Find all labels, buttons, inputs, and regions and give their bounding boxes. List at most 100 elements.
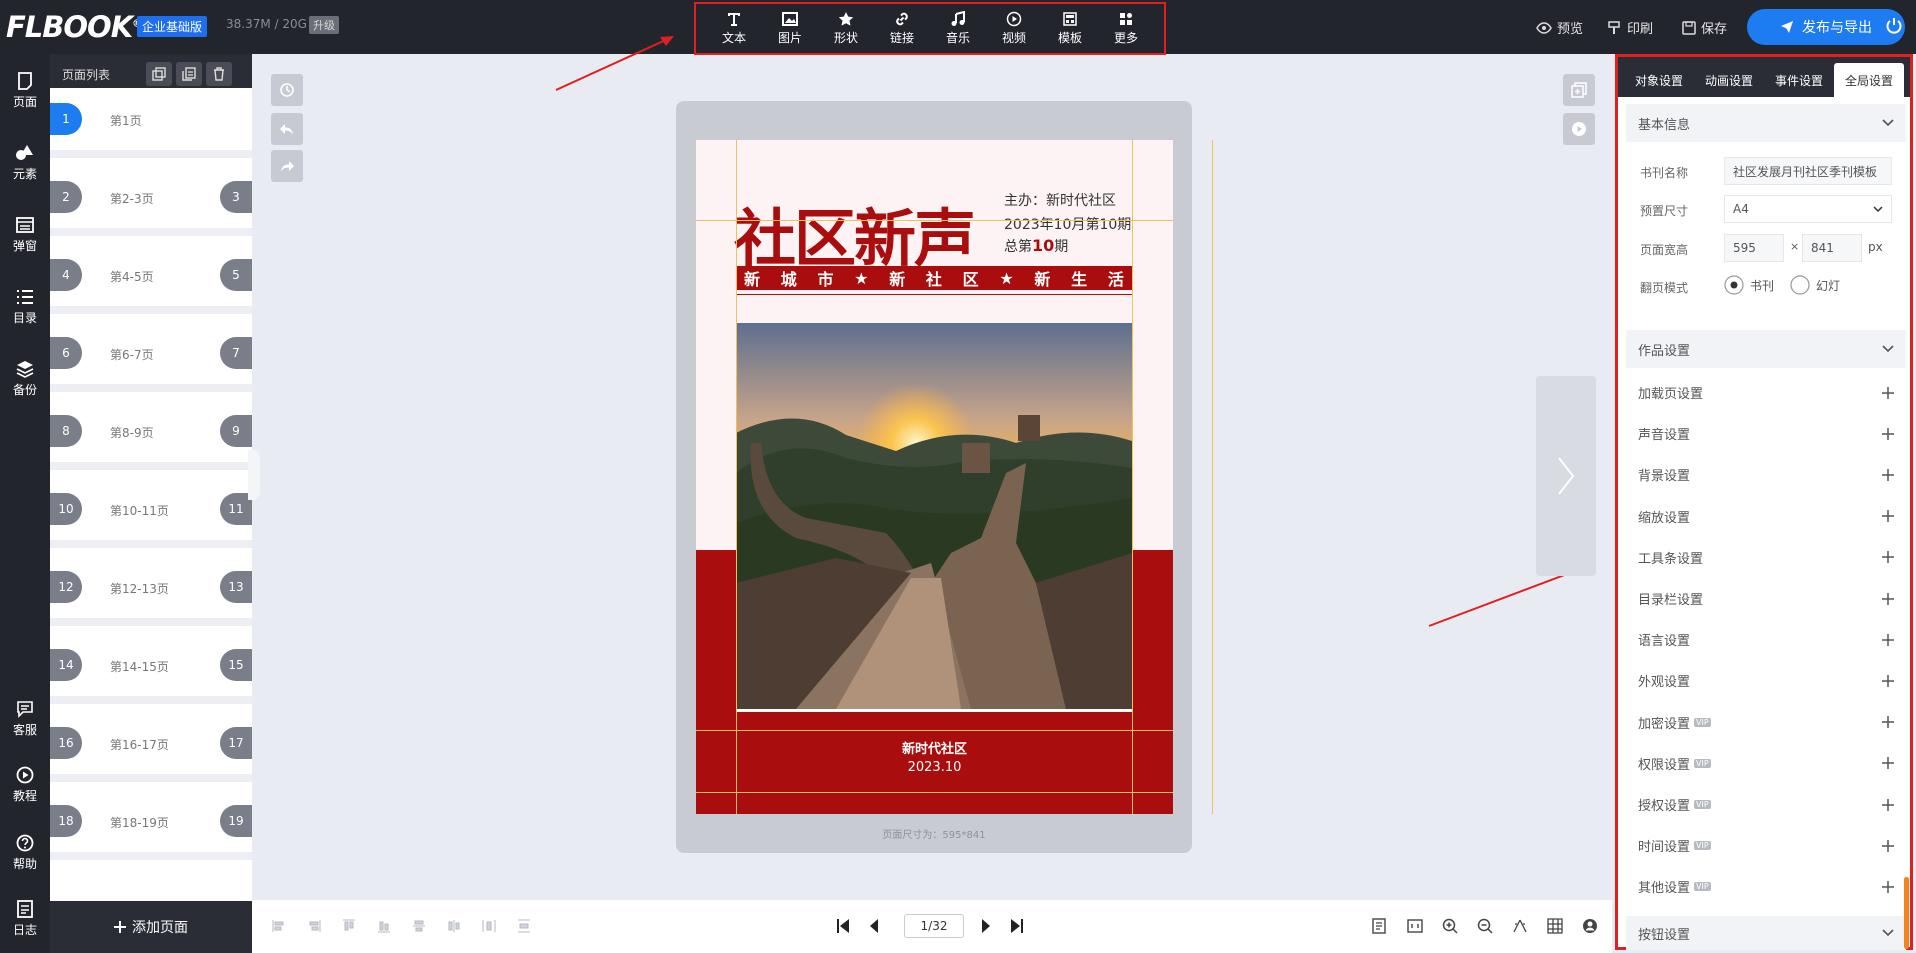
align-center-v-button[interactable] bbox=[412, 919, 426, 933]
first-page-button[interactable] bbox=[836, 918, 850, 934]
rail-tutorial[interactable]: 教程 bbox=[0, 766, 50, 804]
distribute-v-button[interactable] bbox=[517, 919, 531, 933]
page-list-item[interactable]: 1 第1页 bbox=[50, 88, 252, 158]
add-layer-button[interactable] bbox=[1563, 74, 1595, 106]
last-page-button[interactable] bbox=[1010, 918, 1024, 934]
zoom-in-button[interactable] bbox=[1442, 918, 1458, 934]
tool-music[interactable]: 音乐 bbox=[933, 11, 983, 46]
tab-object-settings[interactable]: 对象设置 bbox=[1624, 63, 1694, 97]
play-button[interactable] bbox=[1563, 113, 1595, 145]
page-list-item[interactable]: 18 第18-19页 19 bbox=[50, 790, 252, 860]
tool-text[interactable]: 文本 bbox=[709, 11, 759, 46]
page-view-button[interactable] bbox=[1372, 918, 1386, 934]
tool-link[interactable]: 链接 bbox=[877, 11, 927, 46]
rail-popups[interactable]: 弹窗 bbox=[0, 216, 50, 254]
tool-video[interactable]: 视频 bbox=[989, 11, 1039, 46]
page-list-item[interactable]: 6 第6-7页 7 bbox=[50, 322, 252, 392]
settings-row[interactable]: 授权设置 VIP bbox=[1626, 784, 1906, 825]
delete-page-button[interactable] bbox=[206, 62, 232, 86]
preset-size-select[interactable]: A4 bbox=[1724, 195, 1892, 223]
zoom-out-button[interactable] bbox=[1477, 918, 1493, 934]
cover-title[interactable]: 社区新声 bbox=[734, 188, 976, 278]
page-list-item[interactable]: 12 第12-13页 13 bbox=[50, 556, 252, 626]
page-number-input[interactable]: 1/32 bbox=[904, 914, 964, 938]
undo-button[interactable] bbox=[271, 113, 303, 145]
settings-row[interactable]: 加密设置 VIP bbox=[1626, 702, 1906, 743]
copy-page-button[interactable] bbox=[146, 62, 172, 86]
settings-row[interactable]: 加载页设置 bbox=[1626, 372, 1906, 413]
rail-toc[interactable]: 目录 bbox=[0, 288, 50, 326]
distribute-h-button[interactable] bbox=[482, 919, 496, 933]
next-page-nav[interactable] bbox=[1536, 376, 1596, 576]
align-top-button[interactable] bbox=[342, 919, 356, 933]
section-work-settings[interactable]: 作品设置 bbox=[1626, 330, 1906, 368]
tab-event-settings[interactable]: 事件设置 bbox=[1764, 63, 1834, 97]
tool-image[interactable]: 图片 bbox=[765, 11, 815, 46]
rail-help[interactable]: 帮助 bbox=[0, 834, 50, 872]
rail-backup[interactable]: 备份 bbox=[0, 360, 50, 398]
history-button[interactable] bbox=[271, 74, 303, 106]
settings-row[interactable]: 时间设置 VIP bbox=[1626, 825, 1906, 866]
settings-row[interactable]: 声音设置 bbox=[1626, 413, 1906, 454]
tool-shape[interactable]: 形状 bbox=[821, 11, 871, 46]
page-list-item[interactable]: 4 第4-5页 5 bbox=[50, 244, 252, 314]
settings-row[interactable]: 权限设置 VIP bbox=[1626, 743, 1906, 784]
cover-footer-name[interactable]: 新时代社区 bbox=[696, 738, 1173, 757]
panel-scrollbar[interactable] bbox=[1904, 877, 1909, 949]
settings-row[interactable]: 语言设置 bbox=[1626, 619, 1906, 660]
page-list-item[interactable]: 10 第10-11页 11 bbox=[50, 478, 252, 548]
cover-issue-date[interactable]: 2023年10月第10期 bbox=[1004, 214, 1131, 234]
book-page[interactable]: 社区新声 主办：新时代社区 2023年10月第10期 总第10期 新城市 ★ 新社区… bbox=[696, 140, 1173, 814]
align-right-button[interactable] bbox=[307, 919, 321, 933]
rail-service[interactable]: 客服 bbox=[0, 700, 50, 738]
panel-collapse-handle[interactable] bbox=[248, 450, 260, 500]
section-button-settings[interactable]: 按钮设置 bbox=[1626, 916, 1906, 950]
upgrade-button[interactable]: 升级 bbox=[309, 16, 339, 34]
ruler-button[interactable] bbox=[1512, 918, 1528, 934]
account-button[interactable] bbox=[1582, 918, 1598, 934]
grid-button[interactable] bbox=[1547, 918, 1563, 934]
cover-photo-great-wall[interactable] bbox=[736, 323, 1132, 709]
page-height-input[interactable]: 841 bbox=[1802, 234, 1862, 262]
align-left-button[interactable] bbox=[272, 919, 286, 933]
align-center-h-button[interactable] bbox=[447, 919, 461, 933]
flip-mode-book-radio[interactable]: 书刊 bbox=[1724, 275, 1774, 295]
settings-row[interactable]: 背景设置 bbox=[1626, 454, 1906, 495]
print-button[interactable]: 印刷 bbox=[1608, 18, 1653, 37]
rail-elements[interactable]: 元素 bbox=[0, 144, 50, 182]
settings-row[interactable]: 其他设置 VIP bbox=[1626, 866, 1906, 907]
rail-log[interactable]: 日志 bbox=[0, 900, 50, 938]
cover-slogan-bar[interactable]: 新城市 ★ 新社区 ★ 新生活 bbox=[736, 266, 1132, 290]
page-list-item[interactable]: 8 第8-9页 9 bbox=[50, 400, 252, 470]
page-list-item[interactable]: 2 第2-3页 3 bbox=[50, 166, 252, 236]
tab-global-settings[interactable]: 全局设置 bbox=[1834, 63, 1904, 97]
tool-more[interactable]: 更多 bbox=[1101, 11, 1151, 46]
align-bottom-button[interactable] bbox=[377, 919, 391, 933]
settings-row[interactable]: 目录栏设置 bbox=[1626, 578, 1906, 619]
add-page-button[interactable]: 添加页面 bbox=[50, 901, 252, 953]
preview-button[interactable]: 预览 bbox=[1536, 18, 1583, 37]
duplicate-page-button[interactable] bbox=[176, 62, 202, 86]
tool-template[interactable]: 模板 bbox=[1045, 11, 1095, 46]
flip-mode-slide-radio[interactable]: 幻灯 bbox=[1790, 275, 1840, 295]
power-button[interactable] bbox=[1885, 17, 1903, 35]
save-button[interactable]: 保存 bbox=[1682, 18, 1727, 37]
cover-total-issue[interactable]: 总第10期 bbox=[1004, 236, 1068, 256]
redo-button[interactable] bbox=[271, 150, 303, 182]
publish-export-button[interactable]: 发布与导出 bbox=[1747, 9, 1905, 45]
fit-view-button[interactable] bbox=[1407, 918, 1423, 934]
settings-row[interactable]: 缩放设置 bbox=[1626, 496, 1906, 537]
tab-animation-settings[interactable]: 动画设置 bbox=[1694, 63, 1764, 97]
section-basic-info[interactable]: 基本信息 bbox=[1626, 104, 1906, 142]
page-width-input[interactable]: 595 bbox=[1724, 234, 1784, 262]
settings-row[interactable]: 工具条设置 bbox=[1626, 537, 1906, 578]
cover-organizer[interactable]: 主办：新时代社区 bbox=[1004, 190, 1116, 210]
page-list-item[interactable]: 16 第16-17页 17 bbox=[50, 712, 252, 782]
next-page-button[interactable] bbox=[980, 918, 992, 934]
book-name-input[interactable]: 社区发展月刊社区季刊模板 bbox=[1724, 157, 1892, 185]
cover-footer-date[interactable]: 2023.10 bbox=[696, 760, 1173, 775]
prev-page-button[interactable] bbox=[868, 918, 880, 934]
page-list-item[interactable]: 14 第14-15页 15 bbox=[50, 634, 252, 704]
rail-pages[interactable]: 页面 bbox=[0, 72, 50, 110]
settings-row[interactable]: 外观设置 bbox=[1626, 660, 1906, 701]
